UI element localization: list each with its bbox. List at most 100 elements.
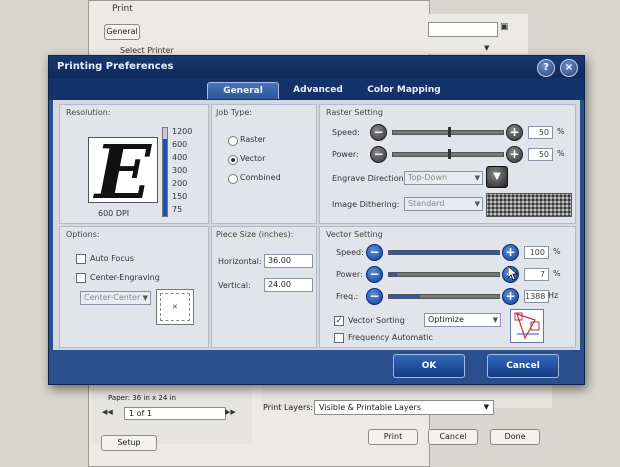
- raster-speed-slider[interactable]: [392, 127, 504, 137]
- vector-power-value[interactable]: 7: [524, 268, 549, 281]
- center-position-arrow-icon: ▼: [142, 294, 148, 302]
- tab-bar: General Advanced Color Mapping: [49, 78, 584, 100]
- vector-speed-increase-button[interactable]: +: [502, 244, 519, 261]
- vector-power-label: Power:: [336, 270, 363, 279]
- frequency-automatic-checkbox[interactable]: [334, 333, 344, 343]
- resolution-level[interactable]: 400: [172, 153, 187, 162]
- general-tab-content: Resolution: E 600 DPI 1200 600 400 300 2…: [53, 100, 580, 350]
- raster-power-thumb[interactable]: [448, 149, 451, 159]
- options-title: Options:: [66, 230, 100, 239]
- printer-dropdown-arrow-icon[interactable]: ▼: [484, 44, 489, 52]
- vector-power-slider[interactable]: [388, 272, 500, 277]
- done-button[interactable]: Done: [490, 429, 540, 445]
- raster-speed-decrease-button[interactable]: −: [370, 124, 387, 141]
- auto-focus-label[interactable]: Auto Focus: [90, 254, 134, 263]
- raster-speed-value[interactable]: 50: [528, 126, 553, 139]
- printing-preferences-dialog: Printing Preferences ? × General Advance…: [48, 55, 585, 385]
- horizontal-label: Horizontal:: [218, 257, 262, 266]
- select-printer-label: Select Printer: [120, 46, 174, 55]
- background-cancel-button[interactable]: Cancel: [428, 429, 478, 445]
- resolution-level[interactable]: 75: [172, 205, 182, 214]
- engrave-direction-arrow-button[interactable]: ▼: [486, 166, 508, 188]
- resolution-slider[interactable]: [162, 127, 168, 217]
- background-tab-general[interactable]: General: [104, 24, 140, 40]
- tab-general[interactable]: General: [207, 82, 279, 99]
- resolution-level[interactable]: 150: [172, 192, 187, 201]
- vector-freq-decrease-button[interactable]: −: [366, 288, 383, 305]
- dialog-title: Printing Preferences: [57, 61, 174, 72]
- setup-button[interactable]: Setup: [101, 435, 157, 451]
- raster-power-label: Power:: [332, 150, 359, 159]
- vector-power-decrease-button[interactable]: −: [366, 266, 383, 283]
- ok-button[interactable]: OK: [393, 354, 465, 378]
- image-dithering-combo[interactable]: Standard ▼: [404, 197, 483, 211]
- horizontal-input[interactable]: 36.00: [264, 254, 313, 268]
- resolution-level[interactable]: 1200: [172, 127, 192, 136]
- raster-power-increase-button[interactable]: +: [506, 146, 523, 163]
- raster-radio[interactable]: [228, 136, 238, 146]
- vector-setting-title: Vector Setting: [326, 230, 383, 239]
- vector-sorting-label[interactable]: Vector Sorting: [348, 316, 405, 325]
- vector-speed-slider[interactable]: [388, 250, 500, 255]
- center-engraving-checkbox[interactable]: [76, 273, 86, 283]
- vector-sorting-checkbox[interactable]: ✓: [334, 316, 344, 326]
- first-page-icon[interactable]: ◀◀: [102, 408, 113, 416]
- vector-label[interactable]: Vector: [240, 154, 266, 163]
- close-button[interactable]: ×: [560, 59, 578, 77]
- vertical-input[interactable]: 24.00: [264, 278, 313, 292]
- sorting-mode-combo[interactable]: Optimize ▼: [424, 313, 501, 327]
- resolution-level[interactable]: 300: [172, 166, 187, 175]
- vector-freq-fill: [389, 295, 420, 298]
- last-page-icon[interactable]: ▶▶: [225, 408, 236, 416]
- raster-setting-panel: Raster Setting Speed: − + 50 % Power: − …: [319, 104, 576, 224]
- frequency-automatic-label[interactable]: Frequency Automatic: [348, 333, 433, 342]
- vector-freq-value[interactable]: 1388: [524, 290, 549, 303]
- position-grid-icon[interactable]: ✕: [156, 289, 194, 325]
- current-dpi-label: 600 DPI: [98, 209, 130, 218]
- combined-label[interactable]: Combined: [240, 173, 281, 182]
- auto-focus-checkbox[interactable]: [76, 254, 86, 264]
- print-button[interactable]: Print: [368, 429, 418, 445]
- vector-speed-unit: %: [553, 247, 561, 256]
- tab-color-mapping[interactable]: Color Mapping: [359, 82, 449, 98]
- vector-speed-value[interactable]: 100: [524, 246, 549, 259]
- paper-size-label: Paper: 36 in x 24 in: [108, 394, 176, 402]
- print-layers-label: Print Layers:: [263, 403, 314, 412]
- sorting-mode-arrow-icon: ▼: [492, 316, 498, 324]
- raster-speed-label: Speed:: [332, 128, 360, 137]
- center-engraving-label[interactable]: Center-Engraving: [90, 273, 160, 282]
- vector-radio[interactable]: [228, 155, 238, 165]
- printer-properties-icon[interactable]: ▣: [500, 22, 509, 32]
- piece-size-panel: Piece Size (inches): Horizontal: 36.00 V…: [211, 226, 317, 348]
- vector-sorting-order-icon[interactable]: [510, 309, 544, 343]
- raster-speed-thumb[interactable]: [448, 127, 451, 137]
- print-layers-combo[interactable]: Visible & Printable Layers ▼: [314, 400, 494, 415]
- vector-freq-slider[interactable]: [388, 294, 500, 299]
- vector-speed-decrease-button[interactable]: −: [366, 244, 383, 261]
- vector-speed-label: Speed:: [336, 248, 364, 257]
- options-panel: Options: Auto Focus Center-Engraving Cen…: [59, 226, 209, 348]
- raster-setting-title: Raster Setting: [326, 108, 383, 117]
- center-position-combo[interactable]: Center-Center ▼: [80, 291, 151, 305]
- help-button[interactable]: ?: [537, 59, 555, 77]
- raster-power-value[interactable]: 50: [528, 148, 553, 161]
- raster-speed-increase-button[interactable]: +: [506, 124, 523, 141]
- cancel-button[interactable]: Cancel: [487, 354, 559, 378]
- page-number-field[interactable]: 1 of 1: [124, 407, 226, 420]
- print-layers-value: Visible & Printable Layers: [319, 403, 421, 412]
- printer-combo[interactable]: [428, 22, 498, 37]
- raster-power-decrease-button[interactable]: −: [370, 146, 387, 163]
- raster-speed-unit: %: [557, 127, 565, 136]
- engrave-direction-combo[interactable]: Top-Down ▼: [404, 171, 483, 185]
- engrave-direction-arrow-icon: ▼: [474, 174, 480, 182]
- tab-advanced[interactable]: Advanced: [283, 82, 353, 98]
- raster-power-slider[interactable]: [392, 149, 504, 159]
- piece-size-title: Piece Size (inches):: [216, 230, 294, 239]
- resolution-slider-fill: [163, 138, 167, 216]
- engrave-direction-label: Engrave Direction:: [332, 174, 407, 183]
- vector-freq-increase-button[interactable]: +: [502, 288, 519, 305]
- combined-radio[interactable]: [228, 174, 238, 184]
- raster-label[interactable]: Raster: [240, 135, 266, 144]
- resolution-level[interactable]: 600: [172, 140, 187, 149]
- resolution-level[interactable]: 200: [172, 179, 187, 188]
